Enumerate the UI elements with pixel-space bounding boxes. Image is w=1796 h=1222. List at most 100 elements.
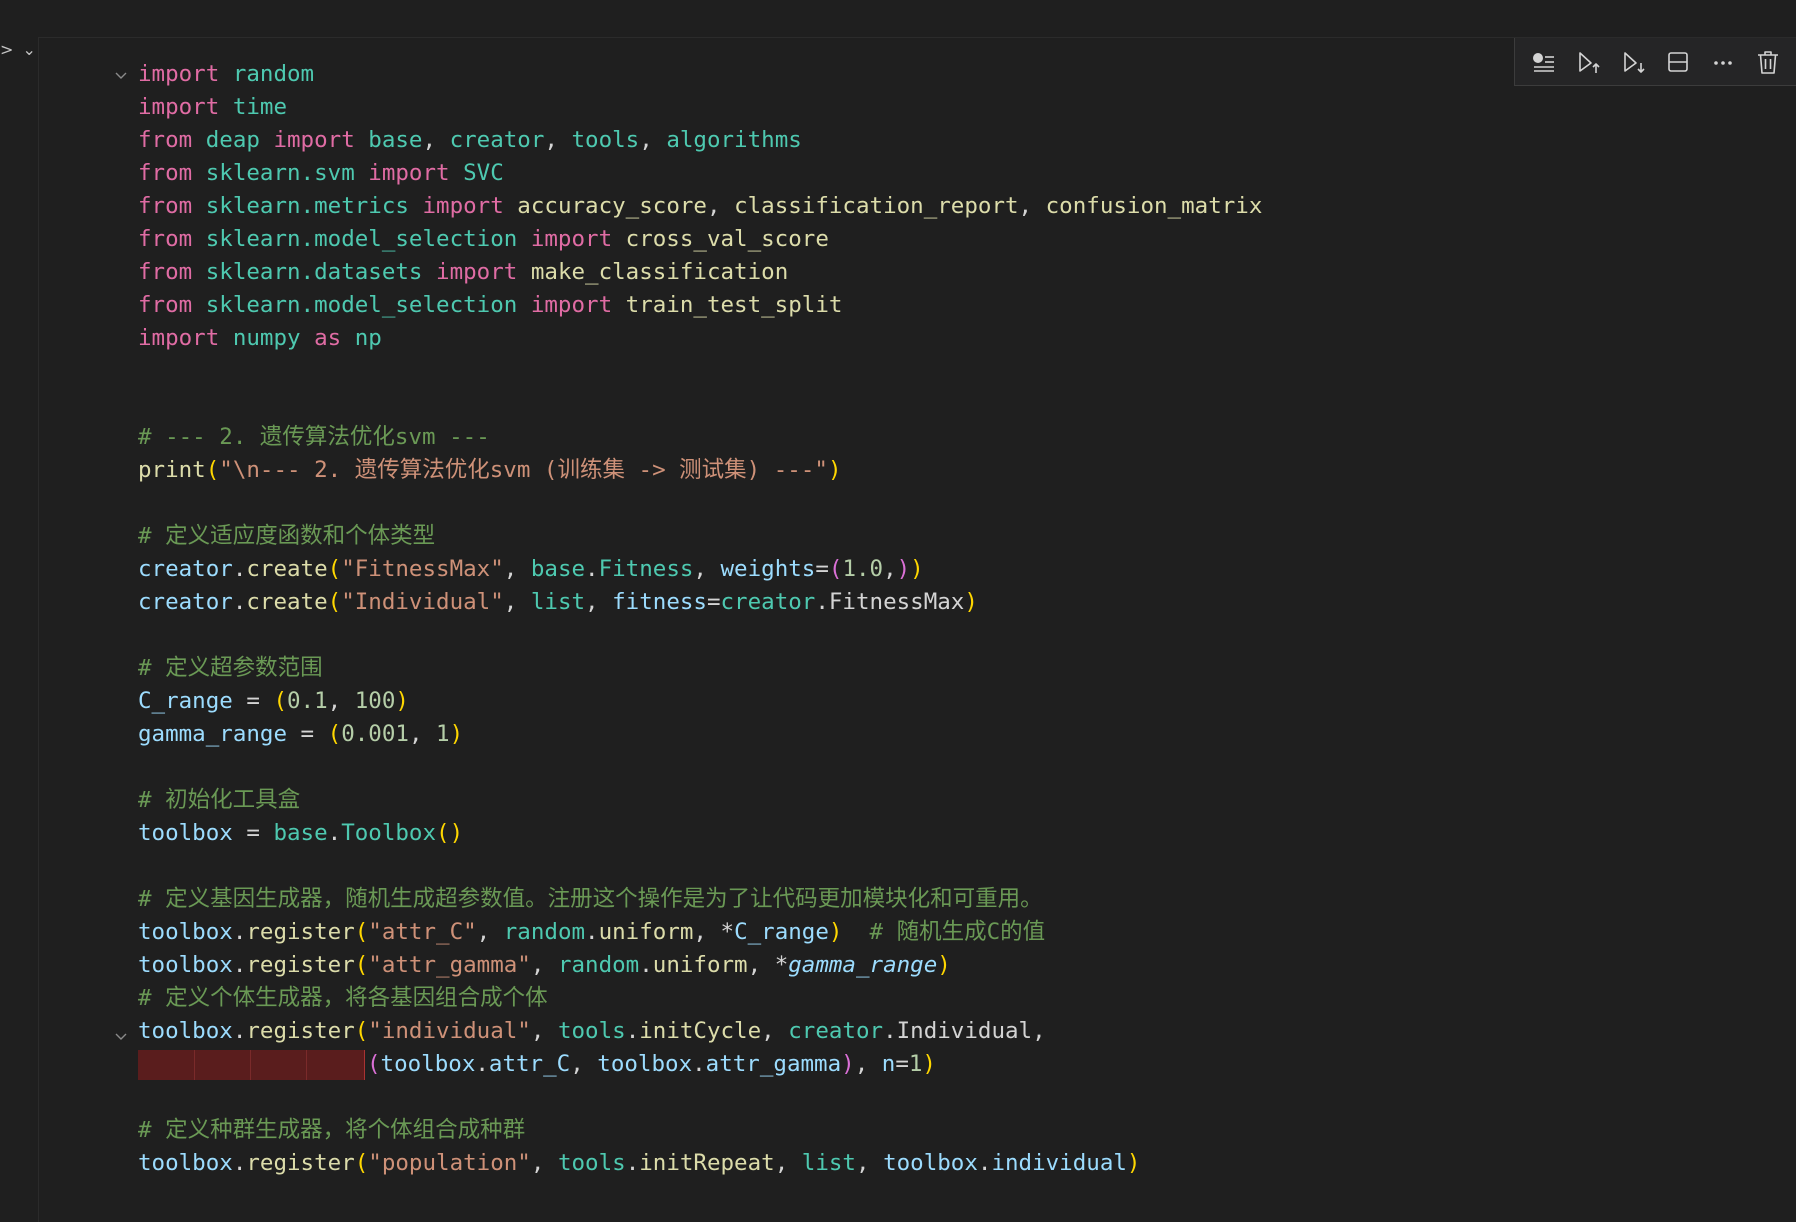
- punct: .: [232, 1018, 247, 1044]
- punct: .: [232, 589, 247, 615]
- module-name: tools: [571, 127, 640, 153]
- punct: .: [585, 919, 599, 945]
- punct: ,: [761, 1018, 789, 1044]
- punct: ,: [1032, 1018, 1046, 1044]
- variable: gamma_range: [788, 952, 938, 978]
- class-name: list: [530, 589, 586, 615]
- delete-cell-icon[interactable]: [1751, 45, 1785, 79]
- punct: ,: [503, 556, 531, 582]
- punct: ,: [693, 556, 721, 582]
- string: "\n--- 2. 遗传算法优化svm (训练集 -> 测试集) ---": [219, 457, 828, 483]
- module-name: np: [341, 325, 382, 351]
- paren: (: [327, 589, 342, 615]
- punct: .: [815, 589, 829, 615]
- number: 1: [436, 721, 450, 747]
- variable: individual: [991, 1150, 1127, 1176]
- module-name: random: [557, 952, 640, 978]
- punct: ,: [854, 1051, 882, 1077]
- code-line-26: # 定义种群生成器，将个体组合成种群: [138, 1114, 525, 1147]
- comment: # 定义种群生成器，将个体组合成种群: [138, 1117, 526, 1143]
- punct: ,: [1018, 193, 1046, 219]
- function-name: print: [138, 457, 206, 483]
- variable: toolbox: [597, 1051, 693, 1077]
- number: 100: [354, 688, 396, 714]
- string: "population": [368, 1150, 531, 1176]
- cell-collapse-chevron-icon[interactable]: > ⌄: [0, 40, 38, 59]
- cell-toolbar: [1514, 38, 1796, 86]
- code-line-9: import numpy as np: [138, 322, 382, 355]
- keyword: import: [138, 325, 220, 351]
- fold-chevron-icon[interactable]: [113, 1029, 129, 1045]
- variables-icon[interactable]: [1526, 45, 1560, 79]
- keyword: import: [530, 226, 613, 252]
- function-name: register: [246, 1150, 355, 1176]
- attribute: FitnessMax: [828, 589, 965, 615]
- punct: .: [692, 1051, 706, 1077]
- paren: ): [827, 457, 842, 483]
- punct: .: [639, 952, 653, 978]
- param: n: [881, 1051, 896, 1077]
- comment: # 定义基因生成器，随机生成超参数值。注册这个操作是为了让代码更加模块化和可重用…: [138, 886, 1043, 912]
- punct: ,: [585, 589, 613, 615]
- code-line-11: print("\n--- 2. 遗传算法优化svm (训练集 -> 测试集) -…: [138, 454, 841, 487]
- paren: ): [841, 1051, 855, 1077]
- variable: attr_C: [488, 1051, 571, 1077]
- punct: ,: [327, 688, 355, 714]
- keyword: from: [138, 160, 193, 186]
- module-name: algorithms: [666, 127, 802, 153]
- run-below-icon[interactable]: [1616, 45, 1650, 79]
- comment: # 随机生成C的值: [842, 919, 1046, 945]
- comment: # 定义超参数范围: [138, 655, 323, 681]
- variable: C_range: [138, 688, 233, 714]
- split-cell-icon[interactable]: [1661, 45, 1695, 79]
- number: 0.001: [341, 721, 409, 747]
- fold-chevron-icon[interactable]: [113, 68, 129, 84]
- variable: C_range: [734, 919, 829, 945]
- punct: ,: [503, 589, 531, 615]
- module-name: sklearn.model_selection: [192, 226, 531, 252]
- punct: ,: [408, 721, 437, 747]
- punct: .: [232, 952, 247, 978]
- punct: .: [883, 1018, 897, 1044]
- punct: .: [232, 1150, 247, 1176]
- module-name: numpy: [219, 325, 315, 351]
- string: "FitnessMax": [341, 556, 504, 582]
- code-cell-editor[interactable]: import random import time from deap impo…: [39, 38, 1796, 1222]
- variable: toolbox: [138, 952, 233, 978]
- variable: toolbox: [380, 1051, 476, 1077]
- module-name: base: [273, 820, 328, 846]
- punct: ,: [570, 1051, 598, 1077]
- paren: ): [395, 688, 409, 714]
- punct: ,: [639, 127, 667, 153]
- param: fitness: [612, 589, 707, 615]
- more-actions-icon[interactable]: [1706, 45, 1740, 79]
- keyword: import: [436, 259, 518, 285]
- punct: .: [625, 1018, 640, 1044]
- comment: # 定义个体生成器，将各基因组合成个体: [138, 985, 548, 1011]
- paren: ): [449, 721, 464, 747]
- run-above-icon[interactable]: [1571, 45, 1605, 79]
- module-name: sklearn.model_selection: [192, 292, 531, 318]
- keyword: import: [530, 292, 613, 318]
- attribute: Individual: [896, 1018, 1033, 1044]
- code-line-24: toolbox.register("individual", tools.ini…: [138, 1015, 1046, 1048]
- class-name: list: [801, 1150, 856, 1176]
- code-line-14: creator.create("Individual", list, fitne…: [138, 586, 978, 619]
- paren: (: [354, 952, 369, 978]
- punct: .: [585, 556, 599, 582]
- variable: toolbox: [138, 1150, 233, 1176]
- punct: .: [977, 1150, 992, 1176]
- punct: =: [287, 721, 328, 747]
- keyword: import: [368, 160, 450, 186]
- code-line-3: from deap import base, creator, tools, a…: [138, 124, 802, 157]
- function-name: uniform: [652, 952, 748, 978]
- punct: =: [815, 556, 829, 582]
- code-line-21: toolbox.register("attr_C", random.unifor…: [138, 916, 1045, 949]
- code-line-5: from sklearn.metrics import accuracy_sco…: [138, 190, 1262, 223]
- function-name: register: [246, 919, 355, 945]
- punct: ,: [883, 556, 897, 582]
- indentation-error-highlight: [138, 1049, 365, 1080]
- paren: ): [1126, 1150, 1141, 1176]
- punct: ,: [530, 1150, 558, 1176]
- paren: (: [354, 1018, 369, 1044]
